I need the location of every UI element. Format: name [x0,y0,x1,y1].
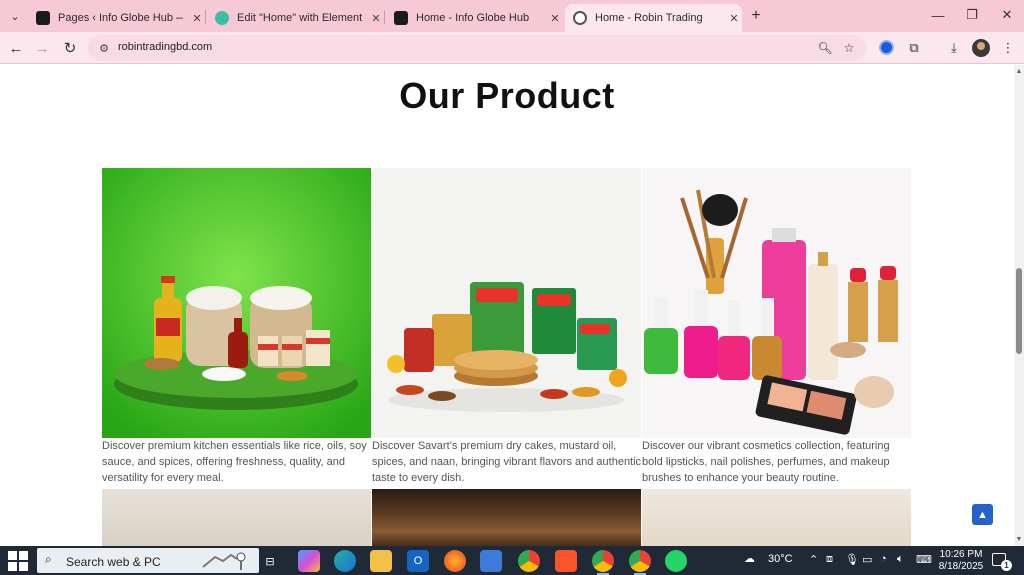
close-tab-icon[interactable]: ✕ [726,10,742,26]
product-image-row2-left[interactable] [102,489,371,546]
minimize-icon[interactable]: — [921,0,955,30]
wordpress-favicon-icon [36,11,50,25]
elementor-favicon-icon [215,11,229,25]
notification-badge: 1 [1001,560,1012,571]
search-icon: ⌕ [45,552,52,566]
new-tab-plus-icon[interactable]: + [746,6,766,26]
system-clock[interactable]: 10:26 PM 8/18/2025 [932,549,990,573]
page-scrollbar[interactable]: ▲ ▼ [1014,65,1024,546]
forward-arrow-icon[interactable]: → [31,37,53,59]
tab-strip: ⌄ Pages ‹ Info Globe Hub — Wo ✕ Edit "Ho… [0,0,1024,32]
tab-title: Home - Robin Trading [595,12,703,24]
chrome-profile-icon[interactable] [592,550,614,575]
weather-temperature[interactable]: 30°C [768,553,793,565]
grocery-essentials-image[interactable] [102,168,371,438]
edge-browser-icon[interactable] [334,550,356,572]
download-icon[interactable]: ⤓ [943,37,965,59]
zoom-icon[interactable]: 🔍︎ [816,40,834,56]
site-info-icon[interactable]: ⚙ [96,40,112,56]
cosmetics-image[interactable] [642,168,911,438]
back-arrow-icon[interactable]: ← [5,37,27,59]
search-highlight-illustration-icon [202,552,246,570]
scroll-down-arrow-icon[interactable]: ▼ [1015,535,1023,543]
tab-search-button[interactable]: ⌄ [4,5,26,27]
tab-title: Edit "Home" with Elementor [237,12,362,24]
copilot-icon[interactable] [298,550,320,572]
site-favicon-icon [394,11,408,25]
clock-date: 8/18/2025 [938,561,984,572]
search-placeholder: Search web & PC [66,555,161,569]
tab-title: Pages ‹ Info Globe Hub — Wo [58,12,183,24]
product-image-row2-right[interactable] [642,489,911,546]
back-to-top-button[interactable]: ▲ [972,504,993,525]
wifi-icon[interactable]: ◔ [880,553,887,565]
product-description: Discover Savart’s premium dry cakes, mus… [372,440,642,484]
firefox-icon[interactable] [444,550,466,572]
weather-cloud-icon[interactable]: ☁ [744,552,755,565]
savart-food-image[interactable] [372,168,641,438]
chevron-up-icon: ▲ [977,508,988,521]
windows-start-icon[interactable] [8,551,28,571]
profile-avatar[interactable] [972,39,990,57]
close-tab-icon[interactable]: ✕ [189,10,205,26]
chrome-profile-2-icon[interactable] [629,550,651,575]
meet-now-icon[interactable]: ⧈ [826,553,833,566]
url-text[interactable]: robintradingbd.com [118,41,212,53]
taskbar-search-box[interactable]: ⌕ Search web & PC [37,548,259,573]
globe-favicon-icon [573,11,587,25]
task-view-icon[interactable]: ⊟ [259,550,281,572]
scrollbar-thumb[interactable] [1016,268,1022,354]
outlook-icon[interactable]: O [407,550,429,572]
tab-title: Home - Info Globe Hub [416,12,530,24]
windows-taskbar: ⌕ Search web & PC ⊟ O ☁ 30°C ⌃ ⧈ 🎙︎ ▭ ◔ … [0,546,1024,575]
tab-home-info-globe-hub[interactable]: Home - Info Globe Hub ✕ [386,4,563,32]
volume-icon[interactable]: 🔈︎ [897,553,904,566]
keyboard-icon[interactable]: ⌨ [916,553,932,566]
microphone-icon[interactable]: 🎙︎ [845,553,859,566]
product-description: Discover premium kitchen essentials like… [102,440,367,484]
restore-icon[interactable]: ❐ [955,0,989,30]
scroll-up-arrow-icon[interactable]: ▲ [1015,67,1023,75]
bookmark-star-icon[interactable]: ☆ [840,40,858,56]
brave-browser-icon[interactable] [555,550,577,572]
microsoft-store-icon[interactable] [480,550,502,572]
file-explorer-icon[interactable] [370,550,392,572]
reload-icon[interactable]: ↻ [59,37,81,59]
section-title: Our Product [399,75,615,116]
chrome-icon[interactable] [518,550,540,572]
browser-toolbar: ← → ↻ ⚙ robintradingbd.com 🔍︎ ☆ ⧉ ⤓ ⋮ [0,32,1024,64]
product-image-row2-middle[interactable] [372,489,641,546]
tray-overflow-chevron-icon[interactable]: ⌃ [809,553,818,566]
window-close-icon[interactable]: ✕ [990,0,1024,30]
page-viewport: Our Product Discover premium kitchen ess… [0,65,1014,546]
tab-separator [205,10,206,24]
product-description: Discover our vibrant cosmetics collectio… [642,440,890,484]
extension-circle-icon[interactable] [879,40,894,55]
tab-edit-home-elementor[interactable]: Edit "Home" with Elementor ✕ [207,4,384,32]
close-tab-icon[interactable]: ✕ [368,10,384,26]
whatsapp-icon[interactable] [665,550,687,572]
menu-kebab-icon[interactable]: ⋮ [997,37,1019,59]
tab-home-robin-trading[interactable]: Home - Robin Trading ✕ [565,4,742,32]
tab-separator [384,10,385,24]
extensions-puzzle-icon[interactable]: ⧉ [903,37,925,59]
battery-icon[interactable]: ▭ [862,553,872,566]
close-tab-icon[interactable]: ✕ [547,10,563,26]
clock-time: 10:26 PM [939,549,983,560]
tab-pages-info-globe-hub[interactable]: Pages ‹ Info Globe Hub — Wo ✕ [28,4,205,32]
address-bar[interactable]: ⚙ robintradingbd.com 🔍︎ ☆ [88,35,866,61]
